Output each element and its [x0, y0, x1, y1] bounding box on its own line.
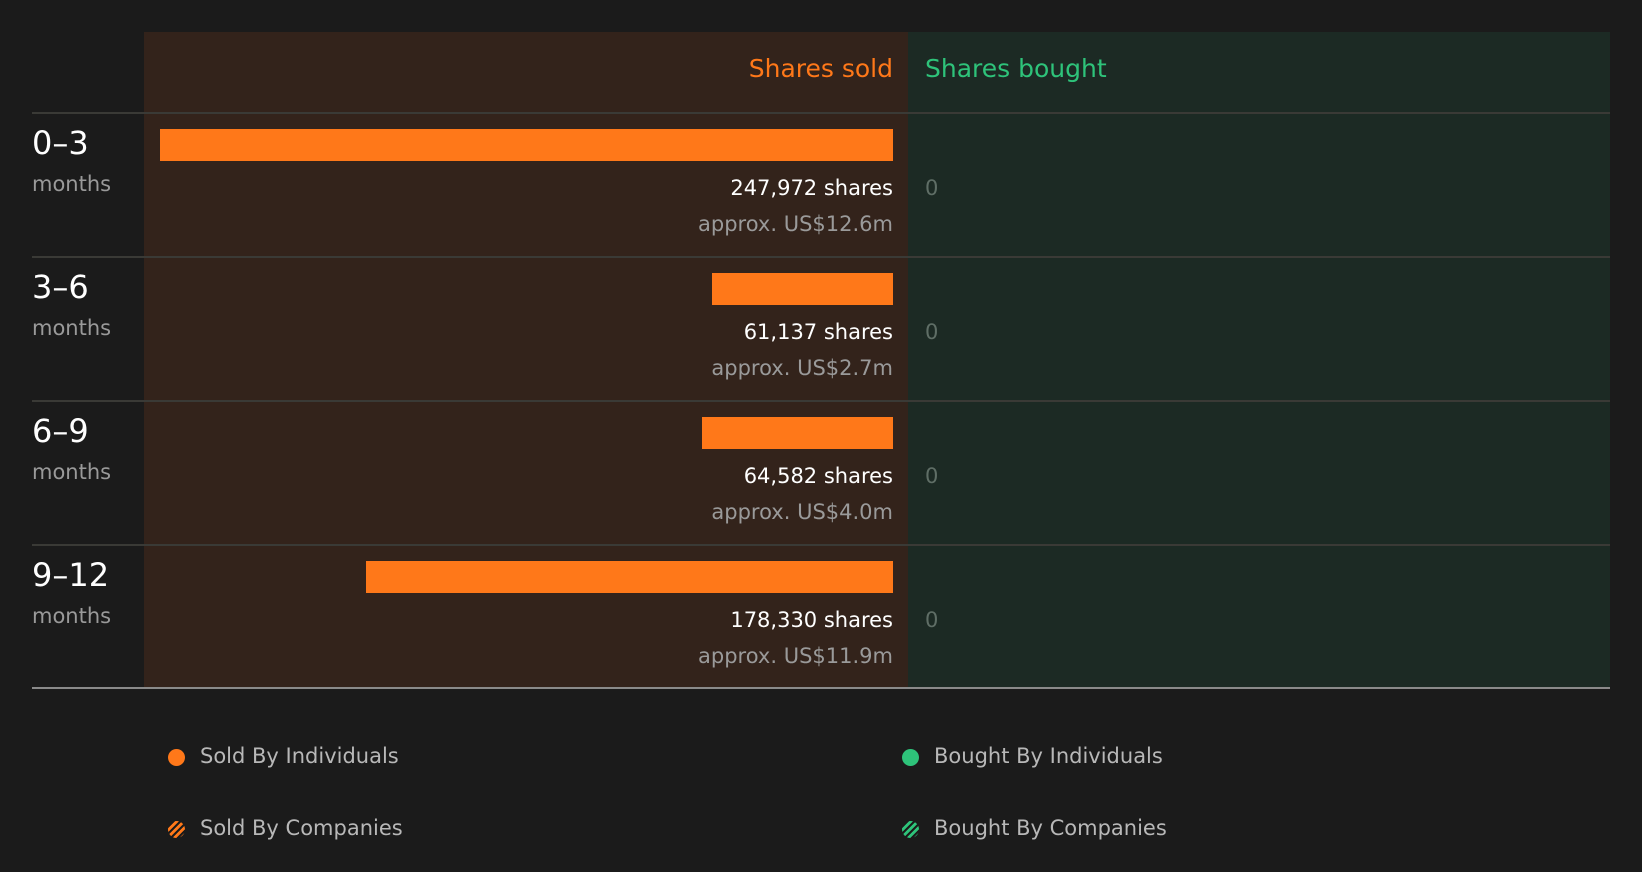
bought-value: 0 [925, 464, 939, 488]
sold-shares-label: 247,972 shares [730, 176, 893, 200]
period-unit: months [32, 604, 112, 628]
period-row: 3–6 months 61,137 shares approx. US$2.7m… [0, 258, 1642, 402]
legend-label: Bought By Companies [934, 816, 1167, 840]
bought-value: 0 [925, 320, 939, 344]
period-label: 9–12 [32, 556, 110, 594]
shares-sold-header: Shares sold [748, 54, 893, 83]
period-unit: months [32, 460, 112, 484]
legend-label: Sold By Companies [200, 816, 403, 840]
period-row: 9–12 months 178,330 shares approx. US$11… [0, 546, 1642, 690]
sold-shares-label: 178,330 shares [730, 608, 893, 632]
sold-approx-value: approx. US$4.0m [711, 500, 893, 524]
sold-bar[interactable] [160, 129, 893, 161]
sold-approx-value: approx. US$12.6m [698, 212, 893, 236]
sold-bar[interactable] [366, 561, 893, 593]
period-label: 3–6 [32, 268, 89, 306]
green-dot-icon [902, 749, 919, 766]
sold-bar[interactable] [712, 273, 893, 305]
legend-label: Bought By Individuals [934, 744, 1163, 768]
legend-label: Sold By Individuals [200, 744, 399, 768]
period-unit: months [32, 172, 112, 196]
period-row: 0–3 months 247,972 shares approx. US$12.… [0, 114, 1642, 258]
sold-approx-value: approx. US$2.7m [711, 356, 893, 380]
bought-value: 0 [925, 608, 939, 632]
period-label: 6–9 [32, 412, 89, 450]
bought-value: 0 [925, 176, 939, 200]
sold-shares-label: 64,582 shares [743, 464, 893, 488]
period-unit: months [32, 316, 112, 340]
orange-dot-icon [168, 749, 185, 766]
sold-bar[interactable] [702, 417, 893, 449]
sold-shares-label: 61,137 shares [743, 320, 893, 344]
striped-green-dot-icon [902, 821, 919, 838]
sold-approx-value: approx. US$11.9m [698, 644, 893, 668]
period-label: 0–3 [32, 124, 89, 162]
striped-orange-dot-icon [168, 821, 185, 838]
period-row: 6–9 months 64,582 shares approx. US$4.0m… [0, 402, 1642, 546]
shares-bought-header: Shares bought [925, 54, 1107, 83]
